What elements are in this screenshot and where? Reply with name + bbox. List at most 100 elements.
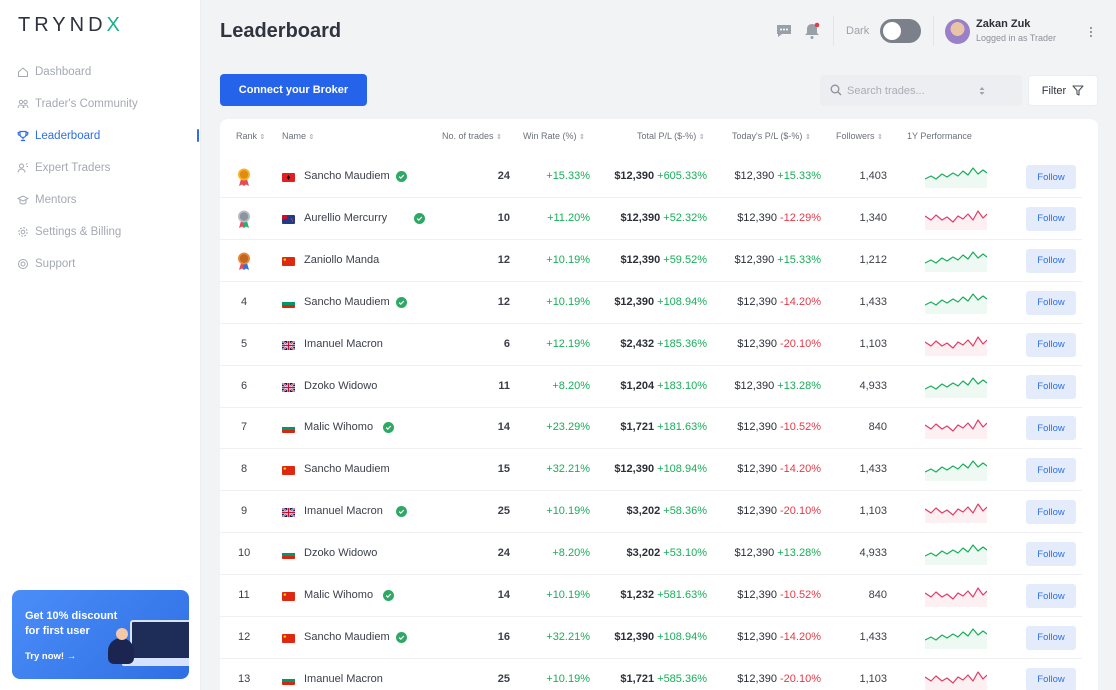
follow-button[interactable]: Follow	[1026, 584, 1076, 608]
sidebar-item-label: Mentors	[35, 194, 77, 206]
sidebar-item-mentors[interactable]: Mentors	[0, 184, 201, 216]
trades-count: 11	[498, 379, 510, 392]
follow-button[interactable]: Follow	[1026, 206, 1076, 231]
today-pl-percent: -10.52%	[780, 421, 821, 434]
follow-button[interactable]: Follow	[1026, 290, 1076, 315]
sort-icon[interactable]	[978, 86, 986, 96]
total-pl-amount: $1,721	[620, 672, 655, 685]
verified-badge-icon	[395, 171, 407, 182]
follow-button[interactable]: Follow	[1026, 500, 1076, 525]
today-pl-percent: -20.10%	[780, 505, 821, 518]
sidebar-item-leaderboard[interactable]: Leaderboard	[0, 120, 201, 152]
user-name[interactable]: Zakan Zuk	[976, 18, 1030, 30]
community-icon	[17, 99, 29, 109]
sidebar-item-label: Support	[35, 258, 76, 270]
column-header-no-of-trades[interactable]: No. of trades ⇕	[442, 131, 502, 141]
table-row[interactable]: 8 Sancho Maudiem 15 +32.21% $12,390 +108.94%…	[220, 449, 1098, 492]
total-pl-amount: $3,202	[626, 505, 661, 518]
trader-name[interactable]: Imanuel Macron	[304, 338, 383, 350]
follow-button[interactable]: Follow	[1026, 248, 1076, 273]
table-row[interactable]: 13 Imanuel Macron 25 +10.19% $1,721 +585.36%…	[220, 659, 1098, 690]
trader-name[interactable]: Sancho Maudiem	[304, 631, 390, 643]
performance-sparkline	[925, 503, 987, 524]
sidebar-item-trader-s-community[interactable]: Trader's Community	[0, 88, 201, 120]
table-row[interactable]: 5 Imanuel Macron 6 +12.19% $2,432 +185.36% $1…	[220, 324, 1098, 366]
trader-name[interactable]: Dzoko Widowo	[304, 547, 377, 559]
trader-name[interactable]: Aurellio Mercurry	[304, 212, 387, 224]
total-pl: $1,204 +183.10%	[600, 380, 707, 392]
sidebar-item-label: Expert Traders	[35, 162, 111, 174]
follow-button[interactable]: Follow	[1026, 165, 1076, 189]
more-options-icon[interactable]	[1087, 24, 1095, 40]
verified-badge-icon	[395, 631, 407, 643]
column-header-1y-performance[interactable]: 1Y Performance	[907, 131, 972, 141]
column-header-win-rate[interactable]: Win Rate (%) ⇕	[523, 131, 585, 141]
table-row[interactable]: 6 Dzoko Widowo 11 +8.20% $1,204 +183.10% $12,…	[220, 366, 1098, 408]
follow-button[interactable]: Follow	[1026, 625, 1076, 650]
trades-count: 14	[497, 421, 510, 434]
total-pl-percent: +185.36%	[657, 337, 707, 350]
column-header-followers[interactable]: Followers ⇕	[836, 131, 883, 141]
table-row[interactable]: 11 Malic Wihomo 14 +10.19% $1,232 +581.63% $1…	[220, 575, 1098, 617]
follow-button[interactable]: Follow	[1026, 416, 1076, 441]
table-row[interactable]: Aurellio Mercurry 10 +11.20% $12,390 +52.32…	[220, 198, 1098, 240]
trader-name[interactable]: Sancho Maudiem	[304, 170, 390, 182]
followers-count: 1,103	[859, 505, 887, 518]
sidebar-item-settings-billing[interactable]: Settings & Billing	[0, 216, 201, 248]
trader-name[interactable]: Imanuel Macron	[304, 673, 383, 685]
flag-uk-icon	[282, 340, 295, 350]
follow-button[interactable]: Follow	[1026, 332, 1076, 357]
total-pl-amount: $1,232	[620, 589, 655, 601]
leaderboard-table: Rank ⇕ Name ⇕ No. of trades ⇕ Win Rate (%) …	[220, 119, 1098, 690]
trader-name[interactable]: Zaniollo Manda	[304, 254, 379, 266]
trader-name[interactable]: Dzoko Widowo	[304, 380, 377, 392]
trader-name[interactable]: Malic Wihomo	[304, 421, 373, 433]
app-logo[interactable]: TRYNDX	[18, 14, 124, 37]
today-pl-amount: $12,390	[737, 672, 777, 685]
flag-china-icon	[282, 466, 295, 476]
trader-name[interactable]: Sancho Maudiem	[304, 463, 390, 475]
table-row[interactable]: 9 Imanuel Macron 25 +10.19% $3,202 +58.36% $1…	[220, 491, 1098, 534]
column-header-name[interactable]: Name ⇕	[282, 131, 314, 141]
filter-button[interactable]: Filter	[1028, 75, 1098, 106]
follow-button[interactable]: Follow	[1026, 458, 1076, 483]
total-pl-amount: $3,202	[626, 547, 661, 560]
table-row[interactable]: 4 Sancho Maudiem 12 +10.19% $12,390 +108.94%…	[220, 282, 1098, 324]
bell-icon[interactable]	[803, 22, 821, 40]
discount-promo-card[interactable]: Get 10% discount for first user Try now!…	[12, 590, 189, 679]
performance-sparkline	[925, 671, 987, 690]
table-row[interactable]: Sancho Maudiem 24 +15.33% $12,390 +605.33% $…	[220, 156, 1098, 198]
table-row[interactable]: 12 Sancho Maudiem 16 +32.21% $12,390 +108.94…	[220, 617, 1098, 659]
search-input[interactable]	[847, 75, 997, 106]
total-pl: $12,390 +605.33%	[600, 170, 707, 182]
chat-icon[interactable]	[775, 22, 793, 40]
flag-bulgaria-icon	[282, 298, 295, 308]
sidebar-item-dashboard[interactable]: Dashboard	[0, 56, 201, 88]
trader-name[interactable]: Sancho Maudiem	[304, 296, 390, 308]
trades-count: 25	[497, 672, 510, 685]
today-pl-percent: -10.52%	[780, 589, 821, 601]
follow-button[interactable]: Follow	[1026, 542, 1076, 567]
today-pl: $12,390 -14.20%	[717, 296, 821, 308]
dark-mode-toggle[interactable]	[880, 19, 921, 43]
column-header-today-s-p-l[interactable]: Today's P/L ($-%) ⇕	[732, 131, 811, 141]
connect-broker-button[interactable]: Connect your Broker	[220, 74, 367, 106]
table-row[interactable]: Zaniollo Manda 12 +10.19% $12,390 +59.52% $1…	[220, 240, 1098, 282]
promo-title: Get 10% discount for first user	[25, 610, 118, 637]
win-rate: +8.20%	[552, 547, 590, 560]
sidebar-item-support[interactable]: Support	[0, 248, 201, 280]
table-row[interactable]: 7 Malic Wihomo 14 +23.29% $1,721 +181.63% $12…	[220, 407, 1098, 450]
trader-name[interactable]: Malic Wihomo	[304, 589, 373, 601]
trader-name[interactable]: Imanuel Macron	[304, 505, 383, 517]
table-row[interactable]: 10 Dzoko Widowo 24 +8.20% $3,202 +53.10% $12,…	[220, 533, 1098, 576]
followers-count: 1,433	[859, 295, 887, 308]
sidebar-item-expert-traders[interactable]: Expert Traders	[0, 152, 201, 184]
column-header-rank[interactable]: Rank ⇕	[236, 131, 265, 141]
performance-sparkline	[925, 419, 987, 440]
follow-button[interactable]: Follow	[1026, 374, 1076, 399]
promo-try-now-link[interactable]: Try now! →	[25, 651, 76, 662]
follow-button[interactable]: Follow	[1026, 667, 1076, 690]
column-header-total-p-l[interactable]: Total P/L ($-%) ⇕	[637, 131, 705, 141]
rank: 7	[240, 421, 248, 434]
avatar[interactable]	[945, 19, 970, 44]
